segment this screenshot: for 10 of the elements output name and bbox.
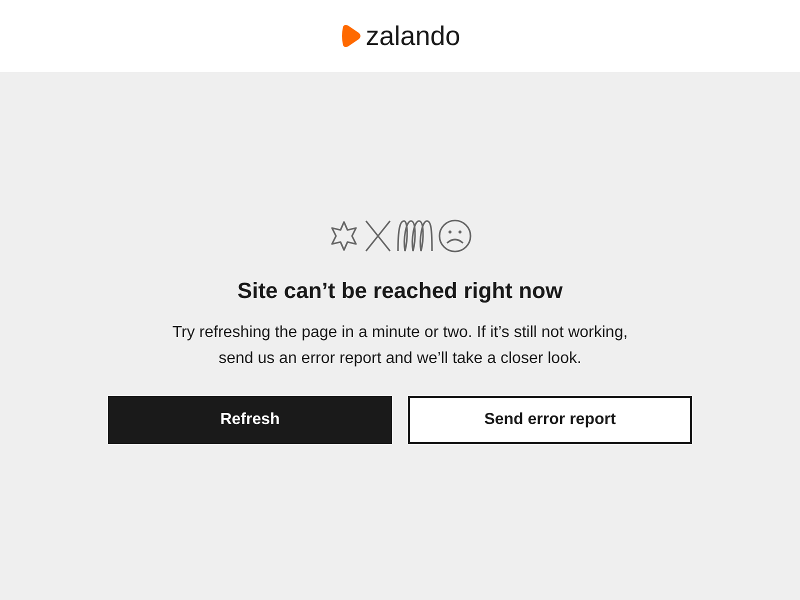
star-icon [328,220,360,252]
cross-icon [364,219,392,253]
report-button[interactable]: Send error report [408,396,692,444]
loops-icon [396,219,434,253]
logo-text: zalando [366,22,460,50]
sad-face-icon [438,219,472,253]
logo-icon [340,24,362,48]
refresh-button[interactable]: Refresh [108,396,392,444]
error-title: Site can’t be reached right now [237,278,563,304]
error-message: Try refreshing the page in a minute or two. If it’s still not working, send us an error report and we’ll take a closer look. [171,323,629,370]
